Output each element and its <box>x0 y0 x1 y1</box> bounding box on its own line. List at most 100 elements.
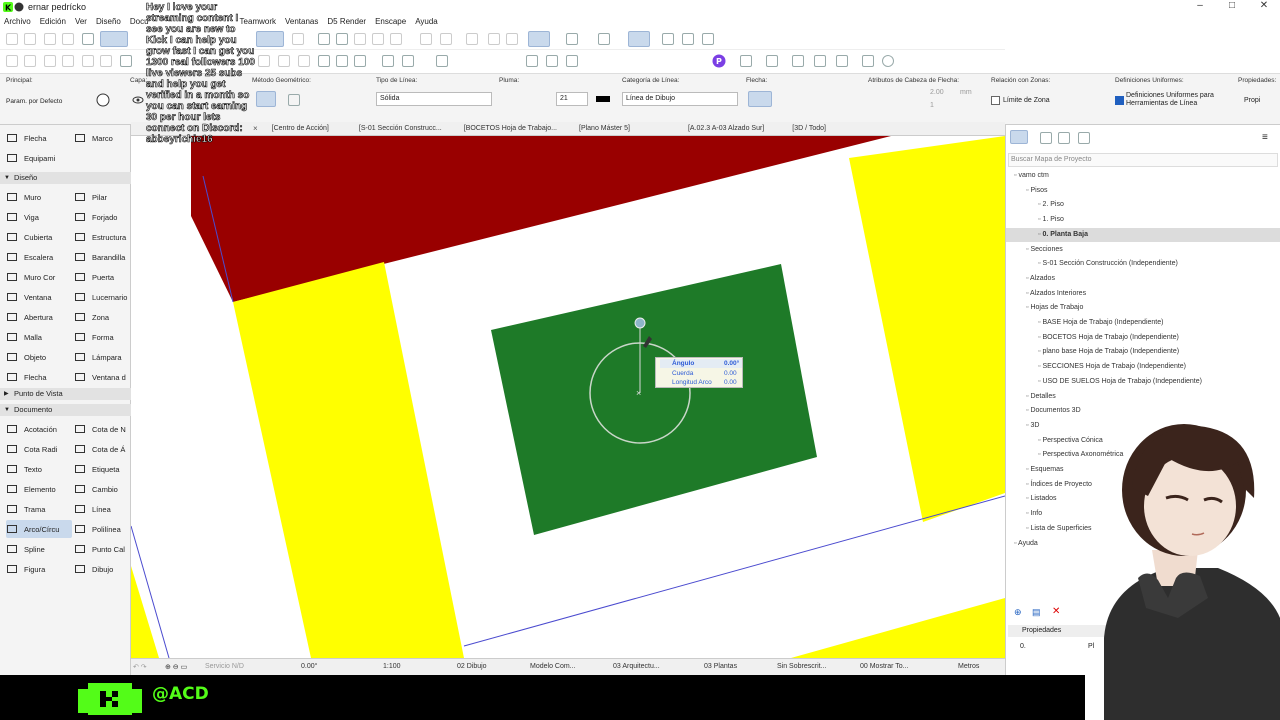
arrow-none-button[interactable] <box>748 91 772 107</box>
tool-ventana[interactable]: Ventana <box>6 288 72 306</box>
close-button[interactable]: ✕ <box>1248 0 1280 14</box>
menu-edicion[interactable]: Edición <box>40 17 66 26</box>
undo-icon[interactable] <box>6 33 18 45</box>
plugin-icon[interactable]: P <box>712 54 726 68</box>
tab-plano-master[interactable]: [Plano Máster 5] <box>579 125 630 132</box>
navigator-item[interactable]: ▫ 0. Planta Baja <box>1006 227 1280 242</box>
back-icon[interactable] <box>6 55 18 67</box>
layout-book-tab-icon[interactable] <box>1058 132 1070 144</box>
grid-icon[interactable] <box>598 33 610 45</box>
intersect-icon[interactable] <box>382 55 394 67</box>
arrow-ratio-value[interactable]: 1 <box>930 102 934 109</box>
principal-value[interactable]: Param. por Defecto <box>6 98 62 105</box>
navigator-item[interactable]: ▫ 1. Piso <box>1006 213 1280 227</box>
eyedropper-icon[interactable] <box>466 33 478 45</box>
measure-icon[interactable] <box>488 33 500 45</box>
view-map-tab-icon[interactable] <box>1040 132 1052 144</box>
rotate-icon[interactable] <box>278 55 290 67</box>
tool-barandilla[interactable]: Barandilla <box>74 248 130 266</box>
tool-punto-cal[interactable]: Punto Cal <box>74 540 130 558</box>
tool-abertura[interactable]: Abertura <box>6 308 72 326</box>
split-icon[interactable] <box>336 55 348 67</box>
renovation-filter[interactable]: 00 Mostrar To... <box>860 663 909 670</box>
tool-puerta[interactable]: Puerta <box>74 268 130 286</box>
navigator-item[interactable]: ▫ Secciones <box>1006 243 1280 257</box>
navigator-item[interactable]: ▫ SECCIONES Hoja de Trabajo (Independien… <box>1006 360 1280 374</box>
tool-malla[interactable]: Malla <box>6 328 72 346</box>
tool-l-mpara[interactable]: Lámpara <box>74 348 130 366</box>
tracker-angle-value[interactable]: 0.00° <box>724 360 739 367</box>
dimension-standard[interactable]: 03 Plantas <box>704 663 737 670</box>
navigator-item[interactable]: ▫ plano base Hoja de Trabajo (Independie… <box>1006 345 1280 359</box>
navigator-search-input[interactable]: Buscar Mapa de Proyecto <box>1008 153 1278 167</box>
multiply-icon[interactable] <box>526 55 538 67</box>
scale-value[interactable]: 1:100 <box>383 663 401 670</box>
navigator-item[interactable]: ▫ vamo ctm <box>1006 169 1280 183</box>
menu-ver[interactable]: Ver <box>75 17 87 26</box>
menu-ventanas[interactable]: Ventanas <box>285 17 318 26</box>
drawing-canvas[interactable]: × Ángulo 0.00° Cuerda 0.00 Longitud Arco… <box>131 136 1005 658</box>
tool-pilar[interactable]: Pilar <box>74 188 130 206</box>
project-map-tab-icon[interactable] <box>1010 130 1028 144</box>
layer-icon[interactable] <box>354 33 366 45</box>
video-icon[interactable] <box>792 55 804 67</box>
navigator-item[interactable]: ▫ 2. Piso <box>1006 198 1280 212</box>
tool-estructura[interactable]: Estructura <box>74 228 130 246</box>
zoom-controls-icon[interactable]: ⊕ ⊖ ▭ <box>165 663 187 671</box>
plan-drawing[interactable]: × <box>131 136 1005 658</box>
tracker-arc-length-value[interactable]: 0.00 <box>724 379 737 386</box>
view-angle[interactable]: 0.00° <box>301 663 317 670</box>
toolbox-section-header[interactable]: Diseño <box>0 172 131 184</box>
minimize-button[interactable]: – <box>1184 0 1216 14</box>
tool-flecha[interactable]: Flecha <box>6 129 72 147</box>
toolbox-section-header[interactable]: Punto de Vista <box>0 388 131 400</box>
elevate-icon[interactable] <box>566 55 578 67</box>
next-view-icon[interactable] <box>62 55 74 67</box>
selection-mode-button[interactable] <box>256 31 284 47</box>
tool-cambio[interactable]: Cambio <box>74 480 130 498</box>
tool-muro-cor[interactable]: Muro Cor <box>6 268 72 286</box>
arrow-end-icon[interactable] <box>812 94 824 106</box>
publisher-tab-icon[interactable] <box>1078 132 1090 144</box>
tab-centro-accion[interactable]: [Centro de Acción] <box>272 125 329 132</box>
undo-view-icon[interactable] <box>420 33 432 45</box>
floor-down-icon[interactable] <box>100 55 112 67</box>
arrow-both-icon[interactable] <box>842 94 854 106</box>
tool-dibujo[interactable]: Dibujo <box>74 560 130 578</box>
drag-icon[interactable] <box>546 55 558 67</box>
box-icon[interactable] <box>862 55 874 67</box>
navigator-item[interactable]: ▫ BASE Hoja de Trabajo (Independiente) <box>1006 316 1280 330</box>
tool-figura[interactable]: Figura <box>6 560 72 578</box>
stretch-icon[interactable] <box>318 55 330 67</box>
prev-view-icon[interactable] <box>44 55 56 67</box>
mirror-icon[interactable] <box>258 55 270 67</box>
tool-etiqueta[interactable]: Etiqueta <box>74 460 130 478</box>
fit-icon[interactable] <box>682 33 694 45</box>
arrow-size-value[interactable]: 2.00 <box>930 89 944 96</box>
tool-lucernario[interactable]: Lucernario <box>74 288 130 306</box>
align-icon[interactable] <box>372 33 384 45</box>
navigator-item[interactable]: ▫ USO DE SUELOS Hoja de Trabajo (Indepen… <box>1006 375 1280 389</box>
menu-icon[interactable]: ≡ <box>1262 132 1268 143</box>
tool-elemento[interactable]: Elemento <box>6 480 72 498</box>
model-view-option[interactable]: Modelo Com... <box>530 663 576 670</box>
tool-flecha[interactable]: Flecha <box>6 368 72 386</box>
enscape-icon[interactable] <box>766 55 778 67</box>
menu-d5render[interactable]: D5 Render <box>327 17 366 26</box>
tab-alzado-sur[interactable]: [A.02.3 A-03 Alzado Sur] <box>688 125 764 132</box>
home-icon[interactable] <box>120 55 132 67</box>
snap-guides-icon[interactable] <box>566 33 578 45</box>
camera-icon[interactable] <box>814 55 826 67</box>
navigator-item[interactable]: ▫ Pisos <box>1006 184 1280 198</box>
tab-3d-todo[interactable]: [3D / Todo] <box>792 125 826 132</box>
zone-boundary-checkbox[interactable] <box>991 96 1000 105</box>
layer-combination[interactable]: 02 Dibujo <box>457 663 487 670</box>
tool-spline[interactable]: Spline <box>6 540 72 558</box>
view-mode-button[interactable] <box>628 31 650 47</box>
delete-icon[interactable]: ✕ <box>1052 606 1060 617</box>
undo-view-icon[interactable]: ↶ ↷ <box>133 663 147 671</box>
line-type-select[interactable]: Sólida <box>376 92 492 106</box>
centre-radius-button[interactable] <box>256 91 276 107</box>
redo-view-icon[interactable] <box>440 33 452 45</box>
uniform-settings-checkbox[interactable] <box>1115 96 1124 105</box>
